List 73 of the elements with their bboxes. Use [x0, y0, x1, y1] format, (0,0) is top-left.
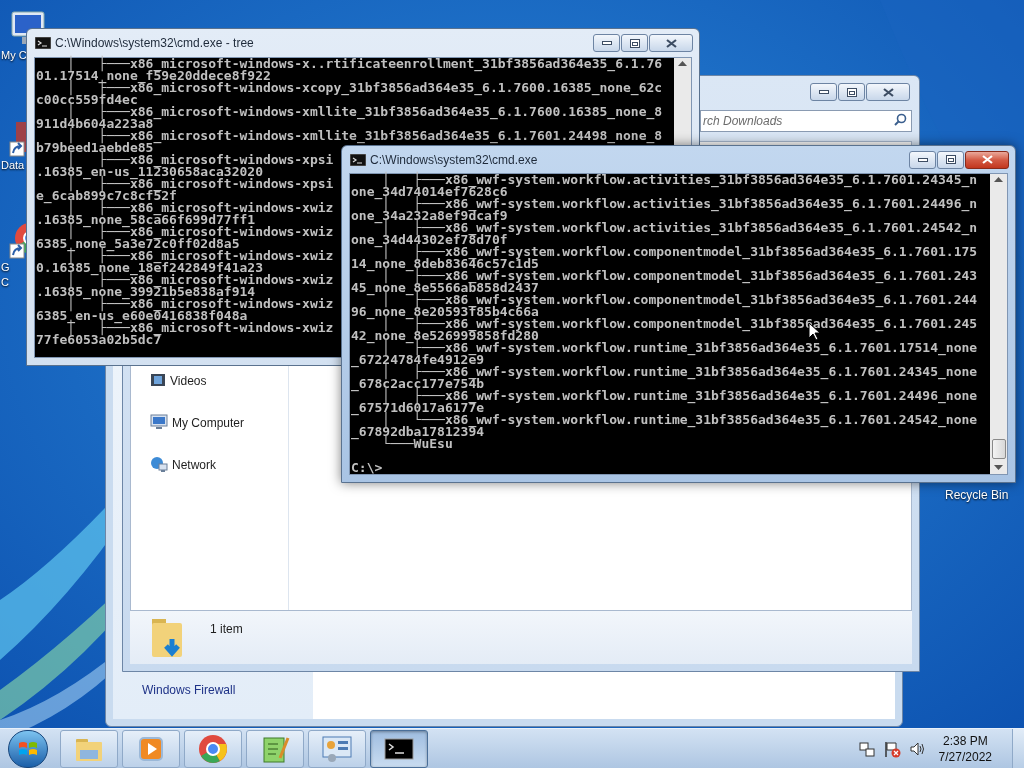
maximize-button[interactable] [621, 34, 648, 52]
maximize-icon [629, 38, 640, 48]
icon-label: C [0, 275, 9, 290]
nav-item[interactable]: My Computer [150, 410, 245, 452]
icon-label: G [0, 260, 10, 275]
scroll-up-icon[interactable] [994, 177, 1003, 183]
console-line: └───WuEsu [382, 438, 453, 450]
minimize-icon [917, 157, 928, 162]
close-button[interactable] [866, 83, 910, 101]
console-line: 14_none_8deb83646c57c1d5 [351, 258, 539, 270]
search-field[interactable]: rch Downloads [700, 110, 912, 132]
console-icon [350, 153, 366, 166]
console-line: │ ├───x86_wwf-system.workflow.componentmodel_31bf3856ad364e35_6.1.7601.245 [382, 318, 978, 330]
close-icon [882, 87, 894, 97]
maximize-icon [945, 155, 956, 164]
network-icon [858, 740, 875, 757]
computer-icon [150, 414, 168, 430]
maximize-button[interactable] [838, 83, 865, 101]
console-line: 42_none_8e526999858fd280 [351, 330, 539, 342]
minimize-button[interactable] [810, 83, 837, 101]
console-line: │ ├───x86_microsoft-windows-xmllite_31bf3856ad364e35_6.1.7600.16385_none_8 [67, 106, 663, 118]
console-line: │ ├───x86_wwf-system.workflow.componentmodel_31bf3856ad364e35_6.1.7601.243 [382, 270, 978, 282]
network-icon [150, 456, 168, 472]
scroll-up-icon[interactable] [678, 61, 687, 67]
console-line: C:\> [351, 462, 383, 474]
film-icon [150, 372, 166, 388]
nav-link[interactable]: Windows Firewall [142, 681, 236, 699]
console-line: │ ├───x86_microsoft-windows-xwiz [67, 298, 334, 310]
close-button[interactable] [649, 34, 693, 52]
console-line: │ ├───x86_wwf-system.workflow.componentmodel_31bf3856ad364e35_6.1.7601.244 [382, 294, 978, 306]
item-count: 1 item [210, 621, 243, 638]
icon-label: Recycle Bin [945, 487, 1009, 504]
console-line: │ └───x86_wwf-system.workflow.runtime_31bf3856ad364e35_6.1.7601.24542_none [382, 414, 978, 426]
icon-label: My C [0, 48, 27, 63]
taskbar-button[interactable] [370, 729, 428, 768]
console-line: 77fe6053a02b5dc7 [36, 334, 162, 346]
close-icon [981, 155, 993, 164]
console-line: _67571d6017a6177e [351, 402, 485, 414]
console-line: │ ├───x86_wwf-system.workflow.runtime_31bf3856ad364e35_6.1.7601.17514_none [382, 342, 978, 354]
window-title: C:\Windows\system32\cmd.exe - tree [55, 35, 255, 52]
chrome-icon [198, 733, 228, 764]
minimize-icon [818, 90, 829, 94]
play-icon [137, 734, 165, 763]
clock-time: 2:38 PM [942, 732, 988, 749]
scroll-down-icon[interactable] [994, 465, 1003, 471]
flag-icon [882, 739, 901, 758]
search-icon [894, 113, 907, 126]
icon-label: Data [0, 158, 25, 173]
console-icon [35, 37, 51, 49]
maximize-button[interactable] [937, 150, 964, 169]
start-button[interactable] [8, 729, 48, 768]
console-line: 45_none_8e5566ab858d2437 [351, 282, 539, 294]
window-title: C:\Windows\system32\cmd.exe [370, 151, 539, 169]
minimize-icon [601, 41, 612, 45]
console-line: │ ├───x86_microsoft-windows-xwiz [67, 226, 334, 238]
minimize-button[interactable] [909, 150, 936, 169]
console-line: 6385_none_5a3e72c0ff02d8a5 [36, 238, 240, 250]
windows-logo-icon [18, 739, 38, 758]
scroll-thumb[interactable] [991, 439, 1006, 459]
volume-icon [908, 740, 927, 757]
nav-item[interactable]: Network [150, 452, 216, 494]
control-panel-icon [321, 734, 353, 763]
console-line: .16385_none_39921b5e838af914 [36, 286, 256, 298]
close-icon [665, 38, 677, 48]
console-line: _67892dba17812394 [351, 426, 485, 438]
close-button[interactable] [965, 150, 1009, 169]
maximize-icon [846, 87, 857, 97]
console-line: 96_none_8e20593f85b4c66a [351, 306, 539, 318]
nav-item[interactable]: Videos [150, 368, 207, 410]
clock-date: 7/27/2022 [938, 748, 992, 765]
console-icon [384, 737, 414, 760]
console-line: .16385_none_58ca66f699d77ff1 [36, 214, 256, 226]
minimize-button[interactable] [593, 34, 620, 52]
